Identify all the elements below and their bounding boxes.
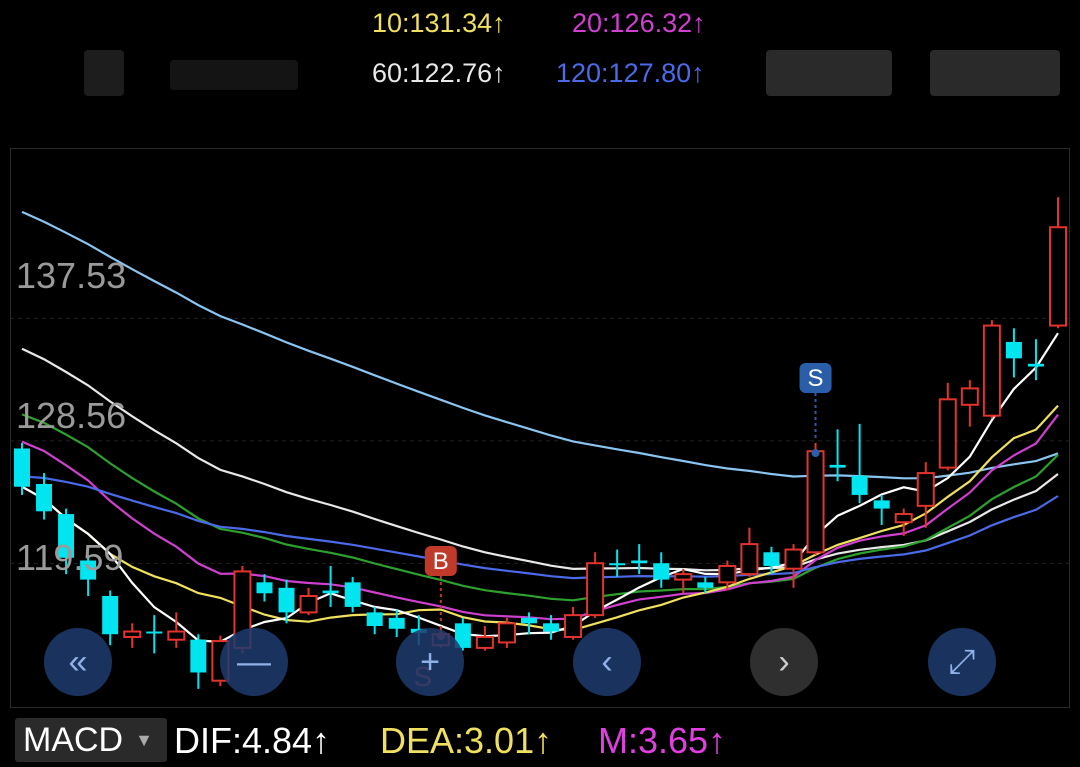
plus-icon: + — [420, 642, 440, 681]
candle-body — [344, 582, 361, 607]
ma5-line — [21, 332, 1059, 644]
ma10-label: 10:131.34↑ — [372, 8, 506, 38]
candle-body — [167, 630, 186, 641]
price-label-high: 137.53 — [16, 255, 127, 296]
candle-body — [631, 560, 648, 564]
candle-body — [740, 543, 759, 576]
candle-body — [278, 587, 295, 613]
candle-body — [36, 484, 53, 512]
chevron-right-icon: › — [778, 642, 790, 681]
candle-body — [366, 612, 383, 627]
rewind-icon: « — [68, 642, 88, 681]
header-thumbnail[interactable] — [84, 50, 124, 96]
price-label-mid: 128.56 — [16, 395, 127, 436]
candle-body — [497, 622, 516, 644]
candle-body — [873, 500, 890, 509]
indicator-select-label: MACD — [23, 720, 124, 759]
zoom-in-button[interactable]: + — [396, 628, 464, 696]
header-thumbnail[interactable] — [930, 50, 1060, 96]
price-label-low: 119.59 — [16, 537, 124, 578]
candle-body — [146, 631, 163, 634]
chart-frame — [10, 148, 1070, 708]
candle-body — [916, 472, 935, 507]
candle-body — [543, 623, 560, 632]
m-value: M:3.65↑ — [598, 720, 727, 761]
candle-body — [829, 464, 846, 468]
signal-label: S — [808, 365, 824, 392]
zoom-out-button[interactable]: — — [220, 628, 288, 696]
candle-body — [1049, 226, 1067, 327]
scroll-left-button[interactable]: ‹ — [573, 628, 641, 696]
candle-body — [322, 590, 339, 594]
candle-body — [938, 398, 957, 469]
candle-body — [982, 324, 1001, 417]
candle-body — [851, 475, 868, 495]
indicator-select[interactable]: MACD ▼ — [15, 718, 167, 762]
candle-body — [806, 450, 825, 554]
indicator-bar: MACD ▼ DIF:4.84↑ DEA:3.01↑ M:3.65↑ — [0, 712, 1080, 767]
caret-down-icon: ▼ — [135, 729, 153, 750]
signal-label: B — [433, 548, 449, 575]
scroll-right-button[interactable]: › — [750, 628, 818, 696]
candle-body — [1027, 363, 1044, 367]
candle-body — [1005, 341, 1022, 359]
candle-body — [388, 617, 405, 629]
candle-body — [784, 548, 803, 570]
ma60-label: 60:122.76↑ — [372, 58, 506, 88]
candle-body — [14, 448, 30, 487]
candle-body — [718, 564, 737, 584]
candle-body — [299, 595, 318, 614]
header-thumbnail[interactable] — [170, 60, 298, 90]
candle-body — [520, 617, 537, 624]
candle-body — [190, 639, 207, 673]
candle-body — [960, 387, 979, 406]
candle-body — [256, 582, 273, 594]
candle-body — [564, 614, 583, 638]
candle-body — [475, 635, 494, 649]
minus-icon: — — [237, 642, 271, 681]
candle-body — [653, 563, 670, 580]
expand-icon: ⤢ — [948, 642, 976, 681]
candle-body — [894, 513, 913, 524]
chevron-left-icon: ‹ — [601, 642, 613, 681]
candlestick-chart[interactable]: BSS — [10, 148, 1070, 708]
candle-body — [763, 552, 780, 566]
fullscreen-button[interactable]: ⤢ — [928, 628, 996, 696]
candle-body — [102, 596, 119, 635]
candle-body — [586, 562, 605, 617]
rewind-button[interactable]: « — [44, 628, 112, 696]
candle-body — [674, 573, 693, 581]
ma60-line — [21, 347, 1059, 572]
candle-body — [123, 630, 142, 638]
ma120-label: 120:127.80↑ — [556, 58, 705, 88]
dea-value: DEA:3.01↑ — [380, 720, 553, 761]
ma250-line — [21, 210, 1059, 480]
candle-body — [609, 563, 626, 566]
dif-value: DIF:4.84↑ — [174, 720, 331, 761]
header-thumbnail[interactable] — [766, 50, 892, 96]
candle-body — [697, 582, 714, 588]
ma20-label: 20:126.32↑ — [572, 8, 706, 38]
ma30-line — [21, 413, 1059, 602]
signal-dot — [811, 449, 820, 458]
